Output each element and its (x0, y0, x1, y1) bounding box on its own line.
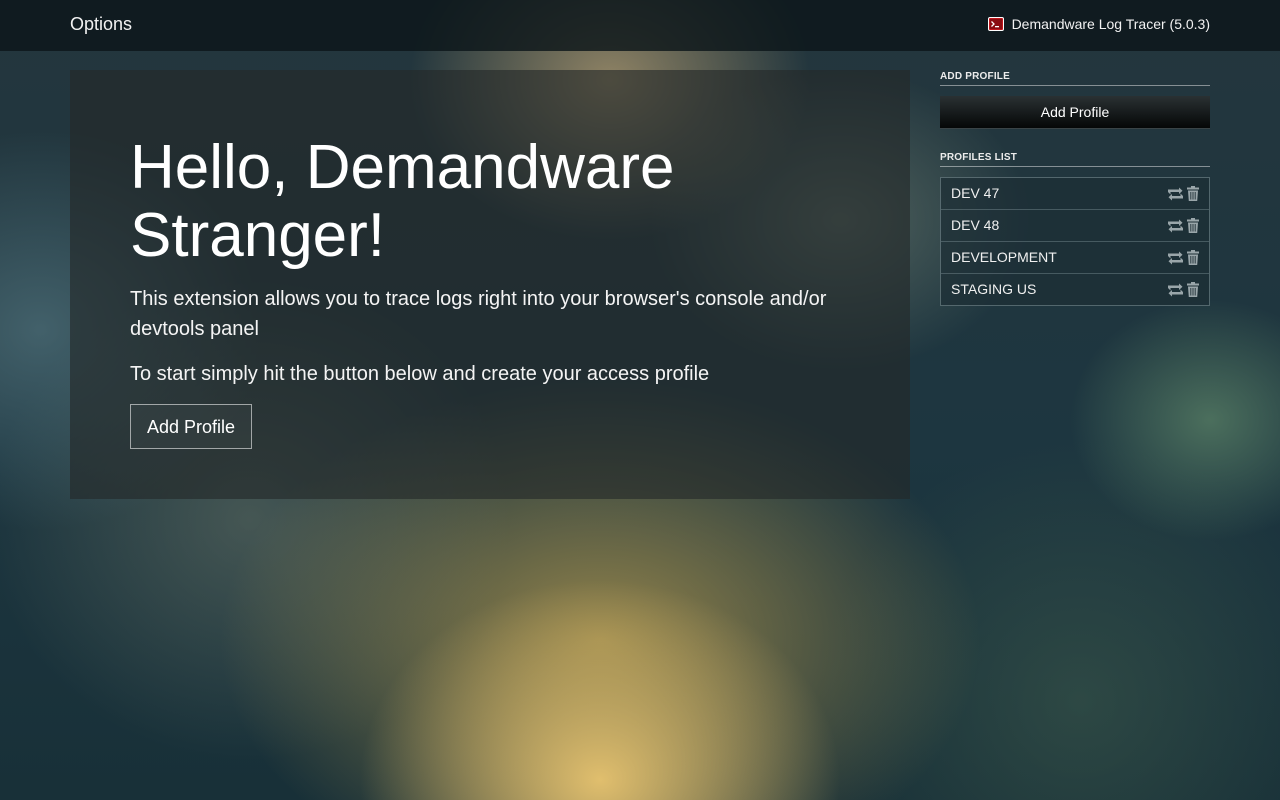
add-profile-button[interactable]: Add Profile (940, 96, 1210, 129)
welcome-panel: Hello, Demandware Stranger! This extensi… (70, 70, 910, 499)
profile-actions (1164, 242, 1199, 273)
profile-item[interactable]: DEV 48 (941, 210, 1209, 242)
retweet-icon[interactable] (1166, 187, 1185, 201)
retweet-icon[interactable] (1166, 219, 1185, 233)
trash-icon[interactable] (1187, 218, 1199, 233)
add-profile-section-title: ADD PROFILE (940, 70, 1210, 86)
app-name: Demandware Log Tracer (5.0.3) (1011, 16, 1210, 32)
profile-list: DEV 47 DEV 48 DEVELOPMENT STAGING US (940, 177, 1210, 306)
welcome-instruction: To start simply hit the button below and… (130, 363, 710, 385)
profile-name: DEV 47 (951, 185, 1000, 201)
profile-actions (1164, 210, 1199, 241)
profile-item[interactable]: DEVELOPMENT (941, 242, 1209, 274)
profile-name: STAGING US (951, 281, 1037, 297)
profile-item[interactable]: DEV 47 (941, 178, 1209, 210)
sidebar: ADD PROFILE Add Profile PROFILES LIST DE… (940, 70, 1210, 306)
retweet-icon[interactable] (1166, 283, 1185, 297)
trash-icon[interactable] (1187, 250, 1199, 265)
add-profile-cta-button[interactable]: Add Profile (130, 404, 253, 449)
profile-item[interactable]: STAGING US (941, 274, 1209, 305)
welcome-description: This extension allows you to trace logs … (130, 288, 827, 340)
page-title: Options (70, 14, 133, 34)
trash-icon[interactable] (1187, 282, 1199, 297)
profile-actions (1164, 178, 1199, 209)
retweet-icon[interactable] (1166, 251, 1185, 265)
profiles-list-title: PROFILES LIST (940, 151, 1210, 167)
profile-name: DEVELOPMENT (951, 249, 1057, 265)
terminal-icon (987, 17, 1004, 31)
profile-actions (1164, 274, 1199, 305)
app-info: Demandware Log Tracer (5.0.3) (987, 16, 1210, 32)
welcome-heading: Hello, Demandware Stranger! (130, 133, 675, 270)
trash-icon[interactable] (1187, 186, 1199, 201)
profile-name: DEV 48 (951, 217, 1000, 233)
top-bar: Options Demandware Log Tracer (5.0.3) (0, 0, 1280, 51)
